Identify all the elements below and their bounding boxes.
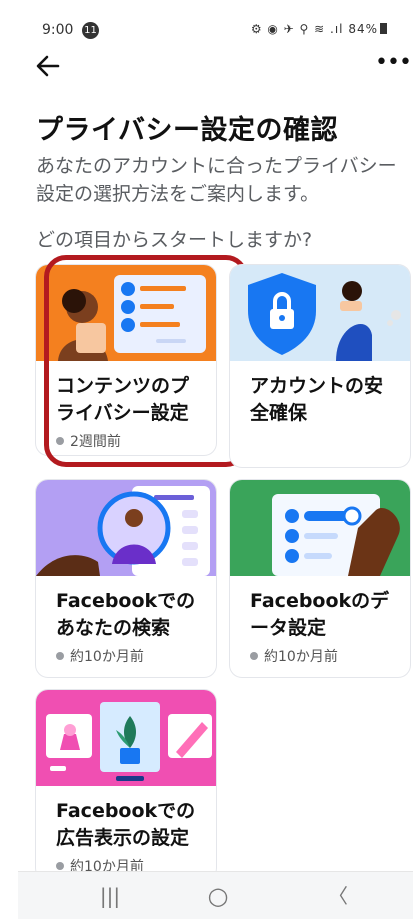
system-back-button[interactable]: 〈 <box>318 882 358 910</box>
data-settings-illustration <box>230 480 410 576</box>
battery-percent: 84% <box>348 22 378 36</box>
card-content-privacy[interactable]: コンテンツのプライバシー設定 2週間前 <box>36 265 216 455</box>
ad-preferences-illustration <box>36 690 216 786</box>
app-frame: 9:00 11 ⚙ ◉ ✈ ⚲ ≋ .ıl 84% ••• プライバシー設定の確… <box>18 0 413 919</box>
card-ad-preferences[interactable]: Facebookでの広告表示の設定 約10か月前 <box>36 690 216 880</box>
search-privacy-illustration <box>36 480 216 576</box>
status-bar: 9:00 11 ⚙ ◉ ✈ ⚲ ≋ .ıl 84% <box>18 0 413 44</box>
content-privacy-illustration <box>36 265 216 361</box>
card-account-security[interactable]: アカウントの安全確保 <box>230 265 410 467</box>
status-time: 9:00 <box>42 22 74 38</box>
status-system-icons: ⚙ ◉ ✈ ⚲ ≋ .ıl <box>250 22 344 36</box>
home-button[interactable]: ○ <box>198 882 238 910</box>
back-arrow-icon[interactable] <box>32 50 64 82</box>
status-dot-icon <box>56 862 64 870</box>
card-search-privacy[interactable]: Facebookでのあなたの検索 約10か月前 <box>36 480 216 677</box>
status-dot-icon <box>56 652 64 660</box>
recent-apps-button[interactable]: ||| <box>90 882 130 910</box>
battery-icon <box>380 23 387 34</box>
card-title: Facebookでの広告表示の設定 <box>56 800 196 849</box>
start-prompt: どの項目からスタートしますか? <box>36 229 313 251</box>
status-dot-icon <box>250 652 258 660</box>
status-icons: ⚙ ◉ ✈ ⚲ ≋ .ıl 84% <box>251 22 387 36</box>
account-security-illustration <box>230 265 410 361</box>
more-options-button[interactable]: ••• <box>375 52 412 80</box>
page-description: あなたのアカウントに合ったプライバシー設定の選択方法をご案内します。 <box>36 155 397 205</box>
card-data-settings[interactable]: Facebookのデータ設定 約10か月前 <box>230 480 410 677</box>
card-title: コンテンツのプライバシー設定 <box>56 375 190 424</box>
card-title: Facebookのデータ設定 <box>250 590 390 639</box>
status-dot-icon <box>56 437 64 445</box>
top-nav: ••• <box>18 44 413 92</box>
card-meta: 2週間前 <box>36 427 216 451</box>
system-nav-bar: ||| ○ 〈 <box>18 871 413 919</box>
card-title: Facebookでのあなたの検索 <box>56 590 196 639</box>
card-title: アカウントの安全確保 <box>250 375 384 424</box>
notification-count-badge: 11 <box>82 22 99 39</box>
page-title: プライバシー設定の確認 <box>36 115 338 146</box>
card-meta: 約10か月前 <box>36 642 216 666</box>
card-meta: 約10か月前 <box>230 642 410 666</box>
